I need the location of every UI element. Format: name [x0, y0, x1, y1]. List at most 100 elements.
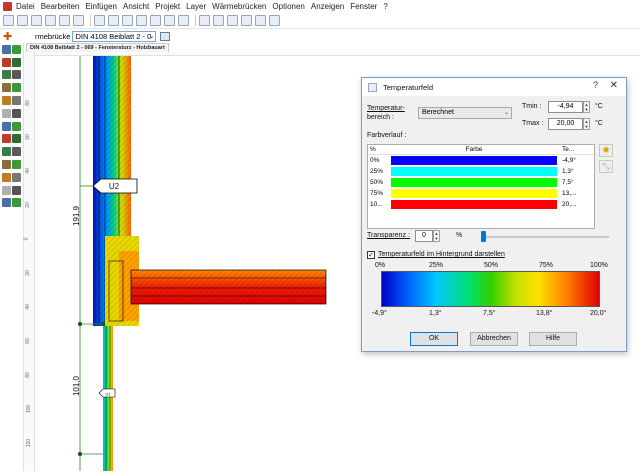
- open-file-icon[interactable]: [17, 15, 28, 26]
- temperature-color-scale: [381, 271, 600, 307]
- rect-tool-icon[interactable]: [2, 134, 11, 144]
- menu-fenster[interactable]: Fenster: [350, 2, 377, 11]
- cancel-button[interactable]: Abbrechen: [470, 332, 518, 346]
- dimension-tool-icon[interactable]: [12, 185, 21, 195]
- transparency-slider-track[interactable]: [481, 236, 609, 238]
- line-tool-icon[interactable]: [12, 198, 21, 208]
- measure-tool-icon[interactable]: [2, 83, 11, 93]
- material-tool-icon[interactable]: [2, 70, 11, 80]
- menu-layer[interactable]: Layer: [186, 2, 206, 11]
- line-tool-icon[interactable]: [12, 121, 21, 131]
- tool-row: [0, 120, 23, 133]
- marker-u1[interactable]: U1: [98, 388, 116, 398]
- print-icon[interactable]: [45, 15, 56, 26]
- fill-tool-icon[interactable]: [2, 172, 11, 182]
- menu-waermebruecken[interactable]: Wärmebrücken: [212, 2, 266, 11]
- background-checkbox[interactable]: ✓: [367, 251, 375, 259]
- report-icon[interactable]: [213, 15, 224, 26]
- edit-color-icon[interactable]: ⤡: [599, 160, 613, 173]
- zoom-in-icon[interactable]: [94, 15, 105, 26]
- fill-tool-icon[interactable]: [2, 96, 11, 106]
- zoom-out-icon[interactable]: [122, 15, 133, 26]
- snap-icon[interactable]: [178, 15, 189, 26]
- move-tool-icon[interactable]: [12, 96, 21, 106]
- menu-ansicht[interactable]: Ansicht: [123, 2, 149, 11]
- transparency-slider-thumb[interactable]: [481, 231, 486, 242]
- tool-row: [0, 69, 23, 82]
- select-tool-icon[interactable]: [2, 121, 11, 131]
- marker-u2[interactable]: U2: [92, 178, 138, 194]
- transparency-spinner[interactable]: ▲ ▼: [433, 230, 440, 242]
- add-icon[interactable]: ✚: [3, 30, 17, 43]
- redo-icon[interactable]: [73, 15, 84, 26]
- table-row[interactable]: 10... 20,...: [368, 199, 594, 210]
- dimension-tool-icon[interactable]: [12, 108, 21, 118]
- temperature-field-icon[interactable]: [241, 15, 252, 26]
- wall-tool-icon[interactable]: [12, 57, 21, 67]
- menu-bearbeiten[interactable]: Bearbeiten: [41, 2, 80, 11]
- grid-icon[interactable]: [164, 15, 175, 26]
- material-tool-icon[interactable]: [2, 147, 11, 157]
- wall-tool-icon[interactable]: [12, 134, 21, 144]
- heat-flow-icon[interactable]: [255, 15, 266, 26]
- menu-anzeigen[interactable]: Anzeigen: [311, 2, 344, 11]
- layer-icon[interactable]: [160, 31, 171, 41]
- export-icon[interactable]: [269, 15, 280, 26]
- transparency-input[interactable]: 0: [415, 230, 433, 242]
- range-select[interactable]: Berechnet ⌄: [418, 107, 512, 119]
- menu-einfuegen[interactable]: Einfügen: [85, 2, 117, 11]
- move-tool-icon[interactable]: [12, 172, 21, 182]
- measure-tool-icon[interactable]: [2, 160, 11, 170]
- help-question-icon[interactable]: ?: [593, 80, 598, 90]
- menu-datei[interactable]: Datei: [16, 2, 35, 11]
- table-row[interactable]: 75% 13,...: [368, 188, 594, 199]
- menu-optionen[interactable]: Optionen: [272, 2, 304, 11]
- tmin-input[interactable]: -4,94: [548, 101, 583, 113]
- tool-row: [0, 158, 23, 171]
- color-swatch[interactable]: [391, 189, 557, 198]
- pan-icon[interactable]: [136, 15, 147, 26]
- color-swatch[interactable]: [391, 200, 557, 209]
- color-swatch[interactable]: [391, 178, 557, 187]
- dimension-node[interactable]: [77, 451, 83, 457]
- table-row[interactable]: 0% -4,9°: [368, 155, 594, 166]
- scale-temp-0: -4,9°: [372, 310, 387, 317]
- help-button[interactable]: Hilfe: [529, 332, 577, 346]
- close-icon[interactable]: ✕: [610, 80, 618, 91]
- catalog-select[interactable]: DIN 4108 Beiblatt 2 - 0 ⌄: [72, 30, 157, 42]
- rect-tool-icon[interactable]: [2, 57, 11, 67]
- ok-button[interactable]: OK: [410, 332, 458, 346]
- menu-projekt[interactable]: Projekt: [155, 2, 180, 11]
- select-tool-icon[interactable]: [2, 44, 11, 54]
- zoom-fit-icon[interactable]: [108, 15, 119, 26]
- edit-tool-icon[interactable]: [12, 70, 21, 80]
- boundary-tool-icon[interactable]: [12, 160, 21, 170]
- isotherm-icon[interactable]: [227, 15, 238, 26]
- table-row[interactable]: 25% 1,3°: [368, 166, 594, 177]
- undo-icon[interactable]: [59, 15, 70, 26]
- tmin-spinner[interactable]: ▲ ▼: [583, 101, 590, 113]
- save-icon[interactable]: [31, 15, 42, 26]
- dimension-node[interactable]: [77, 321, 83, 327]
- boundary-tool-icon[interactable]: [12, 83, 21, 93]
- background-checkbox-label: Temperaturfeld im Hintergrund darstellen: [378, 251, 505, 258]
- table-row[interactable]: 50% 7,5°: [368, 177, 594, 188]
- color-swatch[interactable]: [391, 156, 557, 165]
- select-icon[interactable]: [150, 15, 161, 26]
- menu-help[interactable]: ?: [383, 2, 387, 11]
- scale-pct-0: 0%: [375, 262, 386, 269]
- calc-icon[interactable]: [199, 15, 210, 26]
- ruler-label: 120: [26, 438, 33, 448]
- tab-document[interactable]: DIN 4108 Beiblatt 2 - 069 - Fenstersturz…: [26, 43, 169, 52]
- tmax-spinner[interactable]: ▲ ▼: [583, 118, 590, 130]
- dimension-upper-label: 191,9: [72, 205, 81, 226]
- select-tool-icon[interactable]: [2, 198, 11, 208]
- tmax-input[interactable]: 20,00: [548, 118, 583, 130]
- edit-tool-icon[interactable]: [12, 147, 21, 157]
- line-tool-icon[interactable]: [12, 44, 21, 54]
- new-file-icon[interactable]: [3, 15, 14, 26]
- add-color-icon[interactable]: ✹: [599, 144, 613, 157]
- copy-tool-icon[interactable]: [2, 108, 11, 118]
- copy-tool-icon[interactable]: [2, 185, 11, 195]
- color-swatch[interactable]: [391, 167, 557, 176]
